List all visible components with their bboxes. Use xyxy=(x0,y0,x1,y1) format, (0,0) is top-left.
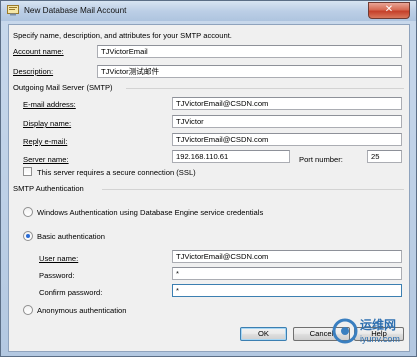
watermark-text-cn: 运维网 xyxy=(360,318,397,332)
intro-text: Specify name, description, and attribute… xyxy=(13,31,232,40)
site-watermark: 运维网 iyunv.com xyxy=(332,314,414,354)
ssl-checkbox[interactable] xyxy=(23,167,32,176)
confirm-password-label: Confirm password: xyxy=(39,288,103,297)
anonymous-auth-radio[interactable] xyxy=(23,305,33,315)
watermark-logo-icon xyxy=(332,318,358,344)
reply-email-input[interactable]: TJVictorEmail@CSDN.com xyxy=(172,133,402,146)
windows-auth-radio[interactable] xyxy=(23,207,33,217)
account-name-input[interactable]: TJVictorEmail xyxy=(97,45,402,58)
ok-button[interactable]: OK xyxy=(240,327,287,341)
password-label: Password: xyxy=(39,271,75,280)
account-name-label: Account name: xyxy=(13,47,64,56)
close-icon: ✕ xyxy=(384,4,394,15)
dialog-body: Specify name, description, and attribute… xyxy=(8,24,410,352)
title-bar[interactable]: New Database Mail Account ✕ xyxy=(1,1,416,21)
email-address-label: E-mail address: xyxy=(23,100,76,109)
smtp-group-title: Outgoing Mail Server (SMTP) xyxy=(13,83,113,92)
port-number-label: Port number: xyxy=(299,155,343,164)
windows-auth-label: Windows Authentication using Database En… xyxy=(37,208,264,217)
auth-group-divider xyxy=(102,189,404,190)
description-input[interactable]: TJVictor测试邮件 xyxy=(97,65,402,78)
display-name-input[interactable]: TJVictor xyxy=(172,115,402,128)
close-button[interactable]: ✕ xyxy=(368,2,410,19)
password-input[interactable]: * xyxy=(172,267,402,280)
watermark-text-url: iyunv.com xyxy=(360,334,400,344)
user-name-input[interactable]: TJVictorEmail@CSDN.com xyxy=(172,250,402,263)
ssl-label: This server requires a secure connection… xyxy=(37,168,196,177)
auth-group-title: SMTP Authentication xyxy=(13,184,84,193)
basic-auth-label: Basic authentication xyxy=(37,232,105,241)
server-name-label: Server name: xyxy=(23,155,69,164)
smtp-group-divider xyxy=(126,88,404,89)
window-title: New Database Mail Account xyxy=(24,6,127,15)
port-number-input[interactable]: 25 xyxy=(367,150,402,163)
server-name-input[interactable]: 192.168.110.61 xyxy=(172,150,290,163)
email-address-input[interactable]: TJVictorEmail@CSDN.com xyxy=(172,97,402,110)
description-label: Description: xyxy=(13,67,54,76)
dialog-window: New Database Mail Account ✕ Specify name… xyxy=(0,0,417,357)
reply-email-label: Reply e-mail: xyxy=(23,137,68,146)
anonymous-auth-label: Anonymous authentication xyxy=(37,306,127,315)
mail-account-icon xyxy=(7,5,19,16)
basic-auth-radio[interactable] xyxy=(23,231,33,241)
display-name-label: Display name: xyxy=(23,119,72,128)
user-name-label: User name: xyxy=(39,254,79,263)
confirm-password-input[interactable]: * xyxy=(172,284,402,297)
